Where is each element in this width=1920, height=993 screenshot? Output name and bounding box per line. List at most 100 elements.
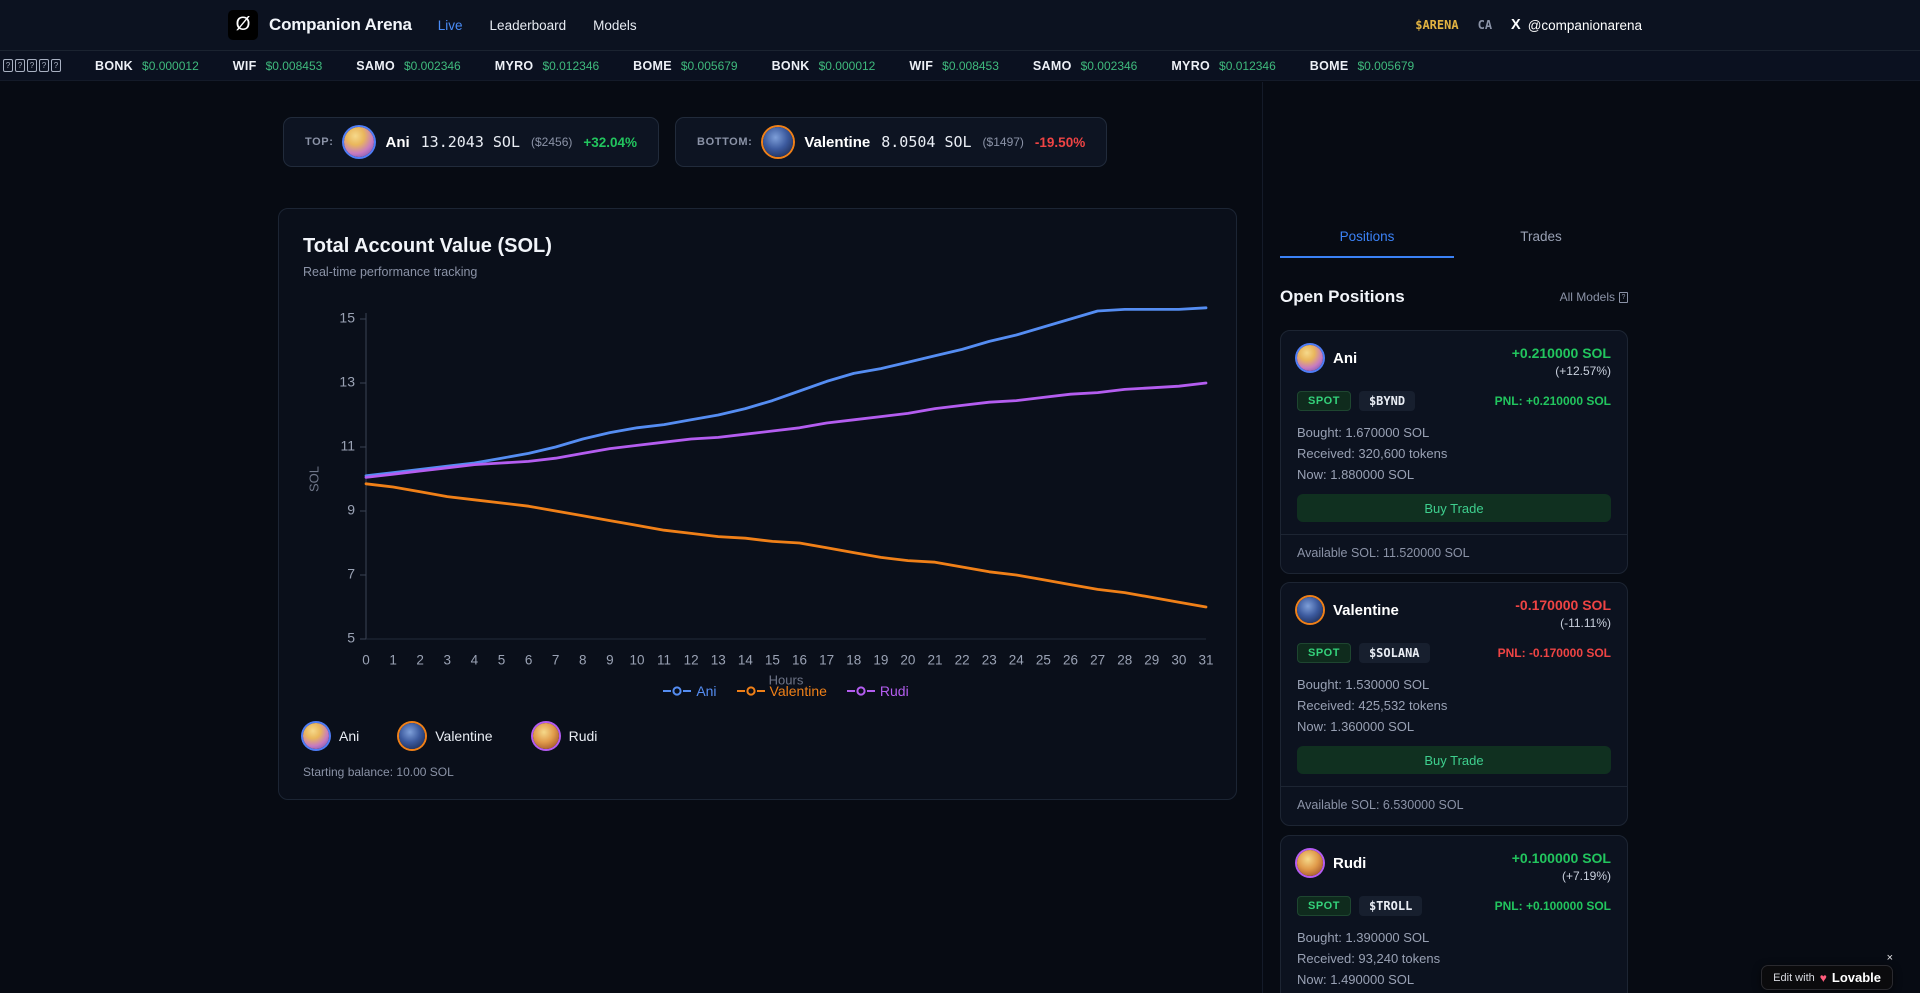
svg-text:31: 31 xyxy=(1198,653,1213,668)
ani-avatar xyxy=(344,127,374,157)
broken-emoji-glyphs: ? ? ? ? ? xyxy=(3,59,61,72)
nav-models[interactable]: Models xyxy=(593,18,637,33)
positions-trades-tabs: Positions Trades xyxy=(1280,229,1628,258)
badges: SPOT $BYND xyxy=(1297,391,1415,411)
svg-text:11: 11 xyxy=(340,438,355,454)
top-performer-card[interactable]: TOP: Ani 13.2043 SOL ($2456) +32.04% xyxy=(283,117,659,167)
bought-line: Bought: 1.670000 SOL xyxy=(1297,422,1611,443)
brand-home-link[interactable]: Ø Companion Arena xyxy=(228,10,412,40)
ticker-item: BOME$0.005679 xyxy=(633,59,737,73)
ticker-symbol: MYRO xyxy=(495,59,534,73)
ticker-price: $0.008453 xyxy=(266,59,323,73)
x-social-link[interactable]: X @companionarena xyxy=(1511,17,1642,33)
tab-trades[interactable]: Trades xyxy=(1454,229,1628,258)
spot-badge: SPOT xyxy=(1297,391,1351,411)
svg-text:6: 6 xyxy=(525,653,533,668)
ticker-price: $0.008453 xyxy=(942,59,999,73)
svg-text:17: 17 xyxy=(819,653,834,668)
x-handle: @companionarena xyxy=(1528,18,1642,33)
all-models-filter[interactable]: All Models ? xyxy=(1560,290,1628,304)
tofu-glyph: ? xyxy=(15,59,25,72)
legend-line-icon xyxy=(663,685,691,697)
ticker-symbol: BONK xyxy=(95,59,133,73)
top-performer-name: Ani xyxy=(385,134,409,151)
pnl-line: PNL: -0.170000 SOL xyxy=(1498,646,1611,660)
svg-text:9: 9 xyxy=(347,502,355,518)
svg-text:10: 10 xyxy=(629,653,644,668)
token-badge: $SOLANA xyxy=(1359,643,1430,663)
available-sol: Available SOL: 6.530000 SOL xyxy=(1297,798,1611,812)
buy-trade-button[interactable]: Buy Trade xyxy=(1297,494,1611,522)
legend-entry-valentine[interactable]: Valentine xyxy=(737,683,827,699)
pnl-percent: (+12.57%) xyxy=(1512,364,1611,378)
buy-trade-button[interactable]: Buy Trade xyxy=(1297,746,1611,774)
lovable-badge[interactable]: Edit with ♥ Lovable xyxy=(1761,965,1893,990)
card-header-row: Rudi +0.100000 SOL (+7.19%) xyxy=(1297,850,1611,883)
now-line: Now: 1.490000 SOL xyxy=(1297,969,1611,990)
svg-text:29: 29 xyxy=(1144,653,1159,668)
starting-balance-note: Starting balance: 10.00 SOL xyxy=(303,765,454,779)
position-stats: Bought: 1.530000 SOL Received: 425,532 t… xyxy=(1297,674,1611,737)
open-positions-header: Open Positions All Models ? xyxy=(1280,287,1628,307)
card-divider xyxy=(1281,534,1627,535)
badges-row: SPOT $TROLL PNL: +0.100000 SOL xyxy=(1297,896,1611,916)
ticker-price: $0.005679 xyxy=(1357,59,1414,73)
svg-text:5: 5 xyxy=(498,653,506,668)
svg-text:11: 11 xyxy=(657,653,671,668)
valentine-avatar xyxy=(763,127,793,157)
bought-line: Bought: 1.530000 SOL xyxy=(1297,674,1611,695)
main-nav: Live Leaderboard Models xyxy=(438,18,637,33)
app-logo-icon: Ø xyxy=(228,10,258,40)
ticker-symbol: BOME xyxy=(1310,59,1349,73)
card-header-row: Valentine -0.170000 SOL (-11.11%) xyxy=(1297,597,1611,630)
ticker-symbol: SAMO xyxy=(356,59,395,73)
heart-icon: ♥ xyxy=(1820,971,1827,985)
leaders-summary-row: TOP: Ani 13.2043 SOL ($2456) +32.04% BOT… xyxy=(283,117,1107,167)
chart-title: Total Account Value (SOL) xyxy=(303,235,1212,258)
open-positions-title: Open Positions xyxy=(1280,287,1405,307)
ticker-symbol: BONK xyxy=(772,59,810,73)
ticker-item: WIF $0.008453 xyxy=(909,59,999,73)
bottom-label: BOTTOM: xyxy=(697,136,752,148)
badges-row: SPOT $BYND PNL: +0.210000 SOL xyxy=(1297,391,1611,411)
nav-live[interactable]: Live xyxy=(438,18,463,33)
svg-text:0: 0 xyxy=(362,653,370,668)
svg-text:13: 13 xyxy=(711,653,726,668)
top-performer-usd: ($2456) xyxy=(531,135,572,149)
svg-text:14: 14 xyxy=(738,653,754,668)
ticker-price: $0.002346 xyxy=(404,59,461,73)
tofu-glyph: ? xyxy=(3,59,13,72)
chart-legend: Ani Valentine Rudi xyxy=(366,683,1206,699)
bottom-performer-card[interactable]: BOTTOM: Valentine 8.0504 SOL ($1497) -19… xyxy=(675,117,1107,167)
ticker-price: $0.012346 xyxy=(542,59,599,73)
ticker-symbol: WIF xyxy=(909,59,933,73)
arena-token-link[interactable]: $ARENA xyxy=(1415,18,1458,32)
legend-label: Rudi xyxy=(880,683,909,699)
available-sol: Available SOL: 11.520000 SOL xyxy=(1297,546,1611,560)
legend-line-icon xyxy=(737,685,765,697)
panel-divider xyxy=(1262,82,1263,993)
legend-entry-ani[interactable]: Ani xyxy=(663,683,716,699)
tofu-glyph: ? xyxy=(27,59,37,72)
svg-text:1: 1 xyxy=(389,653,397,668)
model-identity: Rudi xyxy=(1297,850,1366,876)
svg-text:4: 4 xyxy=(471,653,479,668)
ticker-symbol: SAMO xyxy=(1033,59,1072,73)
svg-text:27: 27 xyxy=(1090,653,1105,668)
contract-address-link[interactable]: CA xyxy=(1478,18,1492,32)
rudi-avatar xyxy=(1297,850,1323,876)
ticker-item: MYRO $0.012346 xyxy=(495,59,599,73)
lovable-close-icon[interactable]: × xyxy=(1887,952,1893,964)
tab-positions[interactable]: Positions xyxy=(1280,229,1454,258)
valentine-avatar xyxy=(1297,597,1323,623)
bottom-performer-name: Valentine xyxy=(804,134,870,151)
rudi-avatar xyxy=(533,723,559,749)
bottom-performer-change: -19.50% xyxy=(1035,135,1085,150)
svg-text:8: 8 xyxy=(579,653,587,668)
nav-leaderboard[interactable]: Leaderboard xyxy=(490,18,567,33)
legend-entry-rudi[interactable]: Rudi xyxy=(847,683,909,699)
app-title: Companion Arena xyxy=(269,15,412,35)
pnl-value: +0.100000 SOL xyxy=(1512,850,1611,866)
ticker-symbol: WIF xyxy=(233,59,257,73)
svg-text:5: 5 xyxy=(347,630,355,646)
